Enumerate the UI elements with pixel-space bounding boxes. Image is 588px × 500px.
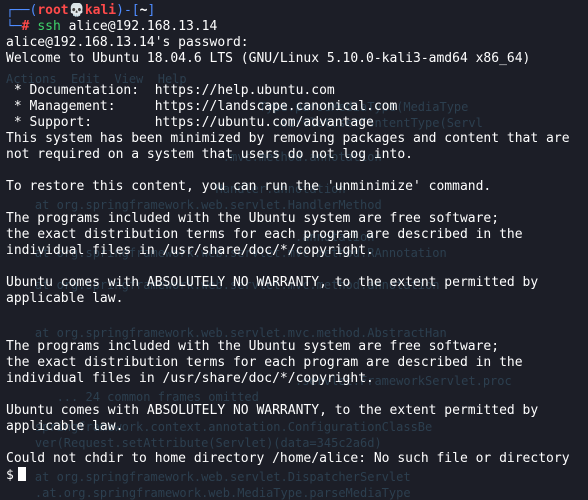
output-line: individual files in /usr/share/doc/*/cop… — [6, 243, 374, 258]
prompt-frame: )-[ — [116, 3, 140, 18]
output-line: the exact distribution terms for each pr… — [6, 227, 523, 242]
prompt-frame: └─ — [6, 19, 22, 34]
prompt-line-top: ┌──(root💀kali)-[~] — [6, 3, 588, 19]
output-line: Ubuntu comes with ABSOLUTELY NO WARRANTY… — [6, 403, 539, 418]
prompt-symbol: # — [21, 19, 30, 34]
output-line: The programs included with the Ubuntu sy… — [6, 211, 500, 226]
command-args: alice@192.168.13.14 — [60, 19, 218, 34]
output-line: To restore this content, you can run the… — [6, 179, 492, 194]
output-line: the exact distribution terms for each pr… — [6, 355, 523, 370]
prompt-user: root — [37, 3, 69, 18]
output-line: Could not chdir to home directory /home/… — [6, 451, 570, 466]
output-line: alice@192.168.13.14's password: — [6, 35, 249, 50]
output-line: * Management: https://landscape.canonica… — [6, 99, 398, 114]
remote-prompt-line[interactable]: $ — [6, 467, 588, 483]
prompt-frame: ] — [147, 3, 156, 18]
output-line: applicable law. — [6, 291, 124, 306]
output-line: individual files in /usr/share/doc/*/cop… — [6, 371, 374, 386]
terminal-window[interactable]: Actions Edit View Help Type.parseMediaTy… — [0, 0, 588, 500]
output-line: This system has been minimized by removi… — [6, 131, 570, 146]
output-line: * Support: https://ubuntu.com/advantage — [6, 115, 374, 130]
output-line: The programs included with the Ubuntu sy… — [6, 339, 500, 354]
terminal-output: ┌──(root💀kali)-[~] └─# ssh alice@192.168… — [6, 3, 588, 483]
output-line: Welcome to Ubuntu 18.04.6 LTS (GNU/Linux… — [6, 51, 531, 66]
command-name: ssh — [37, 19, 61, 34]
ghost-line: .at.org.springframework.web.MediaType.pa… — [6, 486, 411, 500]
skull-icon: 💀 — [68, 3, 85, 18]
output-line: * Documentation: https://help.ubuntu.com — [6, 83, 335, 98]
prompt-frame: ┌──( — [6, 3, 38, 18]
output-line: not required on a system that users do n… — [6, 147, 413, 162]
text-cursor — [17, 467, 26, 481]
output-line: applicable law. — [6, 419, 124, 434]
remote-prompt-symbol: $ — [6, 468, 14, 483]
prompt-host: kali — [84, 3, 117, 18]
prompt-line-command: └─# ssh alice@192.168.13.14 — [6, 19, 588, 35]
output-line: Ubuntu comes with ABSOLUTELY NO WARRANTY… — [6, 275, 539, 290]
